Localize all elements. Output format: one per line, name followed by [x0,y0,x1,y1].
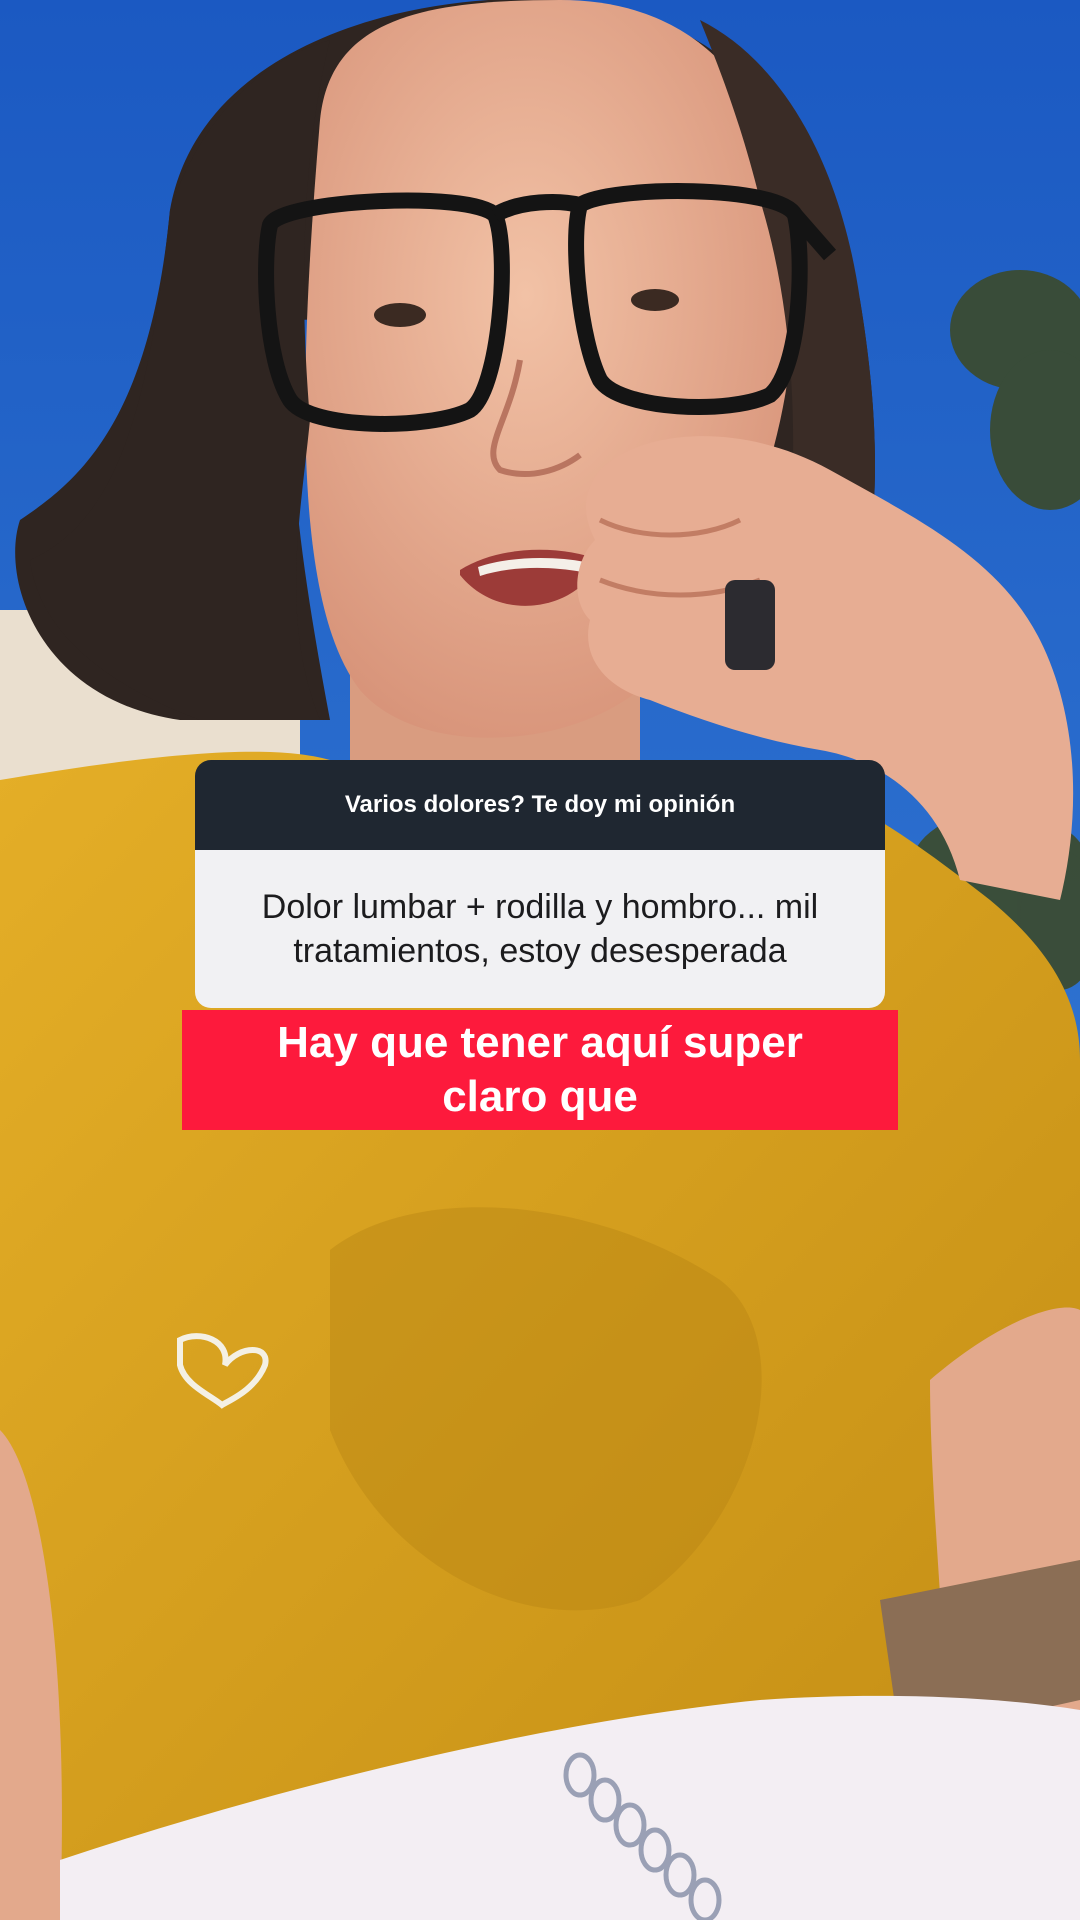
question-sticker-header: Varios dolores? Te doy mi opinión [195,760,885,850]
caption-text: Hay que tener aquí super claro que [182,1010,898,1130]
question-sticker-answer: Dolor lumbar + rodilla y hombro... mil t… [195,850,885,1008]
question-sticker[interactable]: Varios dolores? Te doy mi opinión Dolor … [195,760,885,1008]
phone-edge [725,580,775,670]
